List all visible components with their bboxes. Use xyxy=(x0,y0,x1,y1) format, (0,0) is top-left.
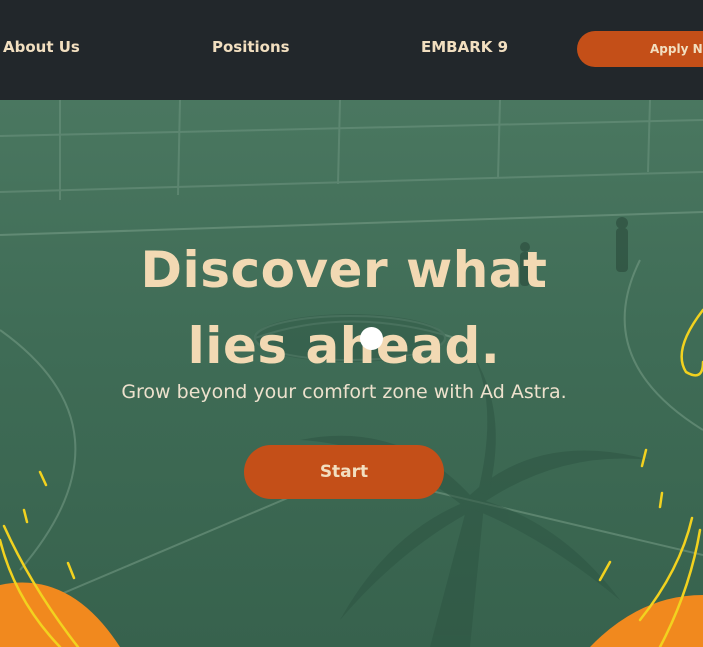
hero-headline-line-1: Discover what xyxy=(140,240,548,299)
nav-link-about-us[interactable]: About Us xyxy=(3,36,80,58)
apply-now-label: Apply Now xyxy=(650,42,703,56)
hero-section: Discover what lies ahead. Grow beyond you… xyxy=(0,100,703,647)
apply-now-button[interactable]: Apply Now xyxy=(577,31,703,67)
nav-link-positions[interactable]: Positions xyxy=(212,36,290,58)
nav-link-embark-9[interactable]: EMBARK 9 xyxy=(421,36,508,58)
hero-subtitle: Grow beyond your comfort zone with Ad As… xyxy=(121,381,567,403)
cursor-indicator-icon xyxy=(360,327,383,350)
start-button[interactable]: Start xyxy=(244,445,444,499)
hero-headline: Discover what lies ahead. xyxy=(0,232,688,384)
hero-headline-line-2: lies ahead. xyxy=(187,316,501,375)
top-navbar: About Us Positions EMBARK 9 Apply Now xyxy=(0,0,703,100)
